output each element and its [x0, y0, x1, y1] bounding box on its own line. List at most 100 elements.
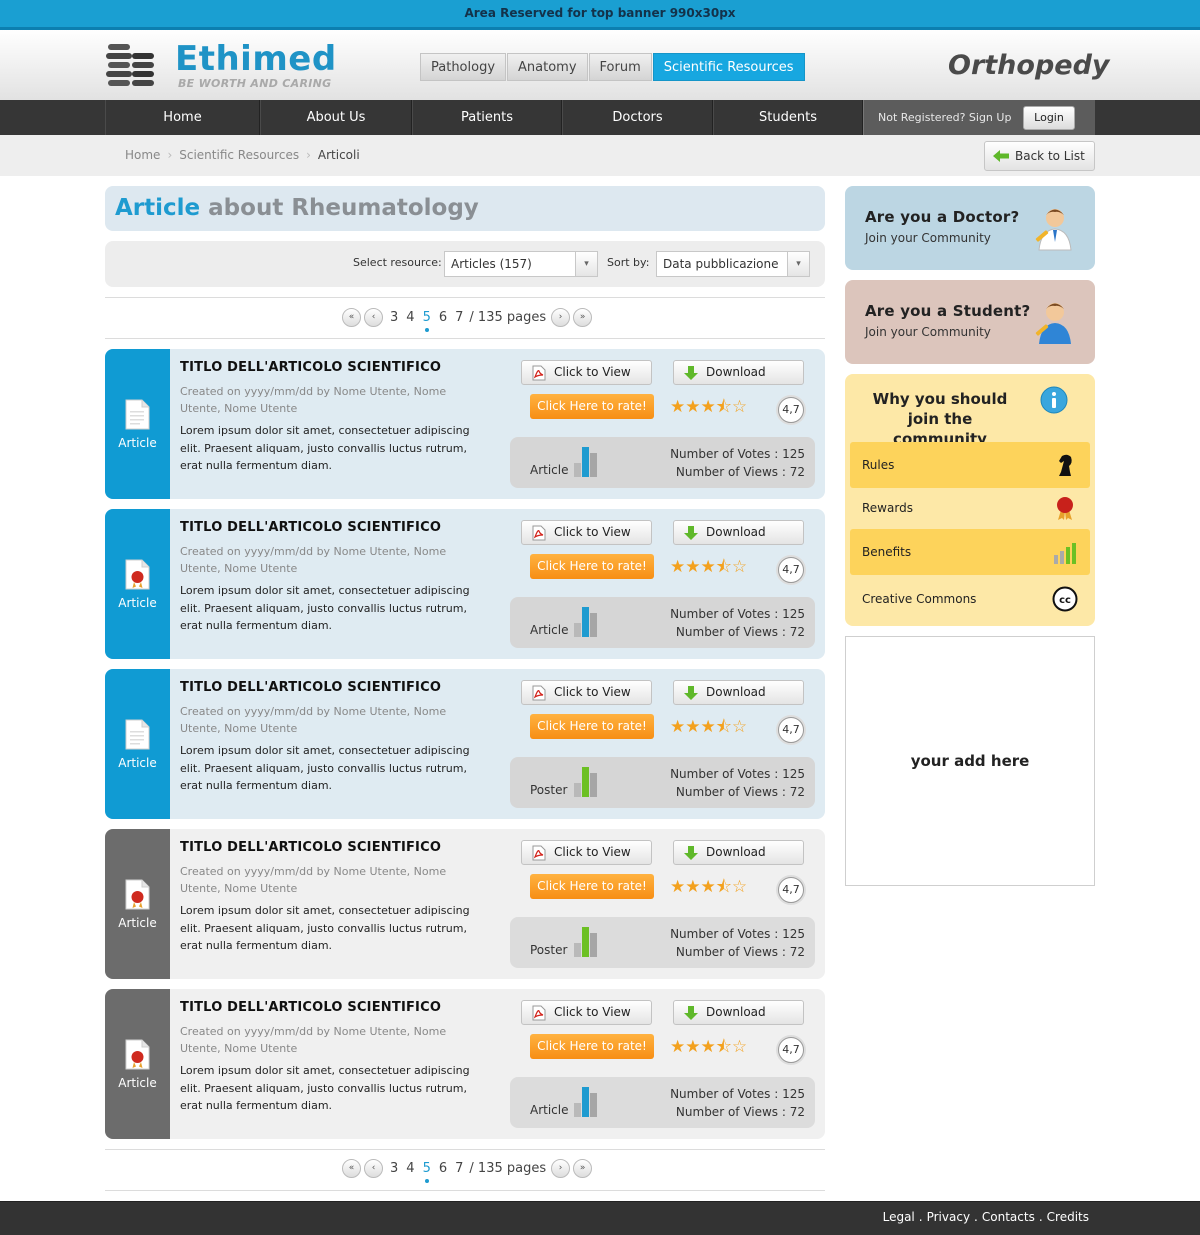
- footer-link-privacy[interactable]: Privacy: [927, 1210, 970, 1224]
- last-page-button[interactable]: »: [573, 1158, 593, 1178]
- star-empty-icon[interactable]: ☆: [732, 877, 747, 897]
- star-full-icon[interactable]: ★: [701, 1037, 716, 1057]
- star-half-icon[interactable]: ⯪: [716, 557, 732, 577]
- star-full-icon[interactable]: ★: [685, 877, 700, 897]
- download-button[interactable]: Download: [673, 1000, 804, 1025]
- star-half-icon[interactable]: ⯪: [716, 397, 732, 417]
- top-nav-forum[interactable]: Forum: [588, 53, 652, 81]
- star-full-icon[interactable]: ★: [670, 557, 685, 577]
- login-button[interactable]: Login: [1023, 106, 1075, 130]
- star-empty-icon[interactable]: ☆: [732, 557, 747, 577]
- breadcrumb: Home › Scientific Resources › Articoli: [125, 148, 360, 162]
- footer-link-legal[interactable]: Legal: [883, 1210, 915, 1224]
- brand-name[interactable]: Ethimed: [175, 42, 337, 76]
- click-to-view-button[interactable]: Click to View: [521, 680, 652, 705]
- ad-placeholder[interactable]: your add here: [845, 636, 1095, 886]
- rate-button[interactable]: Click Here to rate!: [530, 1034, 654, 1059]
- star-empty-icon[interactable]: ☆: [732, 1037, 747, 1057]
- rate-button[interactable]: Click Here to rate!: [530, 554, 654, 579]
- top-nav-anatomy[interactable]: Anatomy: [507, 53, 588, 81]
- rate-button[interactable]: Click Here to rate!: [530, 874, 654, 899]
- main-nav-doctors[interactable]: Doctors: [562, 100, 713, 135]
- why-item-rules[interactable]: Rules: [850, 442, 1090, 488]
- rate-button[interactable]: Click Here to rate!: [530, 714, 654, 739]
- download-arrow-icon: [684, 686, 698, 700]
- top-nav-scientific-resources[interactable]: Scientific Resources: [652, 53, 805, 81]
- click-to-view-button[interactable]: Click to View: [521, 360, 652, 385]
- click-to-view-button[interactable]: Click to View: [521, 840, 652, 865]
- star-full-icon[interactable]: ★: [701, 397, 716, 417]
- star-full-icon[interactable]: ★: [685, 717, 700, 737]
- download-button[interactable]: Download: [673, 520, 804, 545]
- resource-select[interactable]: Articles (157) ▾: [444, 251, 598, 277]
- star-full-icon[interactable]: ★: [701, 877, 716, 897]
- star-full-icon[interactable]: ★: [670, 1037, 685, 1057]
- prev-page-button[interactable]: ‹: [364, 307, 383, 327]
- main-nav-home[interactable]: Home: [105, 100, 260, 135]
- filter-bar: Select resource: Articles (157) ▾ Sort b…: [105, 241, 825, 287]
- first-page-button[interactable]: «: [342, 1158, 361, 1178]
- breadcrumb-scientific-resources[interactable]: Scientific Resources: [179, 148, 299, 162]
- star-full-icon[interactable]: ★: [701, 557, 716, 577]
- next-page-button[interactable]: ›: [551, 307, 571, 327]
- star-half-icon[interactable]: ⯪: [716, 1037, 732, 1057]
- star-full-icon[interactable]: ★: [701, 717, 716, 737]
- star-full-icon[interactable]: ★: [685, 1037, 700, 1057]
- page-link[interactable]: 3: [390, 310, 398, 325]
- last-page-button[interactable]: »: [573, 307, 593, 327]
- student-join-box[interactable]: Are you a Student? Join your Community: [845, 280, 1095, 364]
- page-link[interactable]: 7: [455, 310, 463, 325]
- star-empty-icon[interactable]: ☆: [732, 717, 747, 737]
- download-button[interactable]: Download: [673, 680, 804, 705]
- doctor-join-box[interactable]: Are you a Doctor? Join your Community: [845, 186, 1095, 270]
- footer-link-credits[interactable]: Credits: [1047, 1210, 1089, 1224]
- prev-page-button[interactable]: ‹: [364, 1158, 383, 1178]
- download-button[interactable]: Download: [673, 360, 804, 385]
- chevron-down-icon: ▾: [787, 252, 809, 276]
- document-icon: [125, 399, 150, 430]
- page-link[interactable]: 4: [406, 310, 414, 325]
- star-full-icon[interactable]: ★: [670, 877, 685, 897]
- article-title[interactable]: TITLO DELL'ARTICOLO SCIENTIFICO: [180, 680, 441, 695]
- top-nav-pathology[interactable]: Pathology: [420, 53, 507, 81]
- page-link-current[interactable]: 5: [423, 1161, 431, 1183]
- page-link[interactable]: 3: [390, 1161, 398, 1176]
- star-full-icon[interactable]: ★: [685, 557, 700, 577]
- star-half-icon[interactable]: ⯪: [716, 717, 732, 737]
- page-link[interactable]: 6: [439, 310, 447, 325]
- star-half-icon[interactable]: ⯪: [716, 877, 732, 897]
- download-button[interactable]: Download: [673, 840, 804, 865]
- star-full-icon[interactable]: ★: [685, 397, 700, 417]
- main-nav-patients[interactable]: Patients: [412, 100, 562, 135]
- rate-button[interactable]: Click Here to rate!: [530, 394, 654, 419]
- why-item-benefits[interactable]: Benefits: [850, 529, 1090, 575]
- breadcrumb-home[interactable]: Home: [125, 148, 160, 162]
- next-page-button[interactable]: ›: [551, 1158, 571, 1178]
- page-link[interactable]: 6: [439, 1161, 447, 1176]
- sort-select[interactable]: Data pubblicazione ▾: [656, 251, 810, 277]
- star-full-icon[interactable]: ★: [670, 717, 685, 737]
- footer-link-contacts[interactable]: Contacts: [982, 1210, 1035, 1224]
- main-nav-students[interactable]: Students: [713, 100, 863, 135]
- why-item-rewards[interactable]: Rewards: [850, 485, 1090, 531]
- star-rating[interactable]: ★★★⯪☆: [670, 719, 747, 736]
- star-rating[interactable]: ★★★⯪☆: [670, 1039, 747, 1056]
- click-to-view-button[interactable]: Click to View: [521, 520, 652, 545]
- main-nav-about-us[interactable]: About Us: [260, 100, 412, 135]
- star-rating[interactable]: ★★★⯪☆: [670, 879, 747, 896]
- article-title[interactable]: TITLO DELL'ARTICOLO SCIENTIFICO: [180, 840, 441, 855]
- article-title[interactable]: TITLO DELL'ARTICOLO SCIENTIFICO: [180, 520, 441, 535]
- click-to-view-button[interactable]: Click to View: [521, 1000, 652, 1025]
- page-link[interactable]: 7: [455, 1161, 463, 1176]
- why-item-creative-commons[interactable]: Creative Commons cc: [850, 576, 1090, 622]
- star-rating[interactable]: ★★★⯪☆: [670, 399, 747, 416]
- article-title[interactable]: TITLO DELL'ARTICOLO SCIENTIFICO: [180, 1000, 441, 1015]
- page-link-current[interactable]: 5: [423, 310, 431, 332]
- article-title[interactable]: TITLO DELL'ARTICOLO SCIENTIFICO: [180, 360, 441, 375]
- star-empty-icon[interactable]: ☆: [732, 397, 747, 417]
- first-page-button[interactable]: «: [342, 307, 361, 327]
- page-link[interactable]: 4: [406, 1161, 414, 1176]
- star-full-icon[interactable]: ★: [670, 397, 685, 417]
- star-rating[interactable]: ★★★⯪☆: [670, 559, 747, 576]
- back-to-list-button[interactable]: Back to List: [984, 141, 1095, 171]
